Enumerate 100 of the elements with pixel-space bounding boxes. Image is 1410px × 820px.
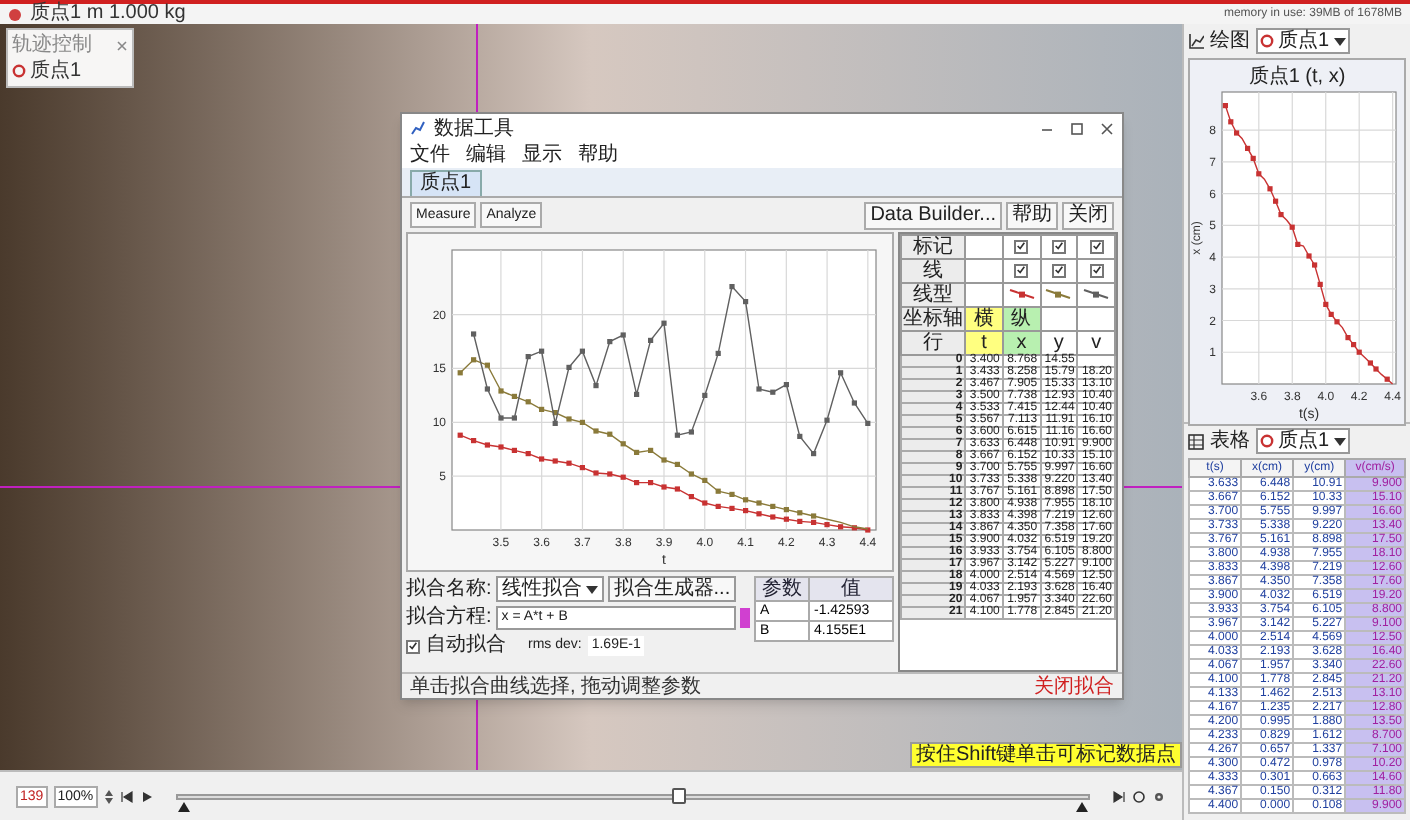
app-icon xyxy=(8,7,22,21)
data-point xyxy=(688,429,694,435)
checkbox[interactable] xyxy=(1051,263,1066,277)
track-icon xyxy=(12,64,26,78)
data-point xyxy=(620,441,626,447)
data-point xyxy=(593,383,599,389)
data-point xyxy=(715,350,721,356)
track-dropdown[interactable]: 质点1 xyxy=(1256,428,1350,454)
maximize-icon[interactable] xyxy=(1070,121,1084,135)
data-point xyxy=(770,514,776,520)
data-point xyxy=(743,508,749,514)
menu-item[interactable]: 帮助 xyxy=(578,144,618,166)
fit-builder-button[interactable]: 拟合生成器... xyxy=(607,576,737,602)
data-point xyxy=(702,500,708,506)
data-point xyxy=(783,382,789,388)
data-point xyxy=(783,516,789,522)
data-point xyxy=(865,420,871,426)
menu-item[interactable]: 编辑 xyxy=(466,144,506,166)
data-point xyxy=(484,362,490,368)
data-point xyxy=(1323,301,1329,307)
data-point xyxy=(552,420,558,426)
data-point xyxy=(1245,145,1251,151)
toolbar-button[interactable]: Data Builder... xyxy=(864,201,1002,229)
column-header: 参数 xyxy=(755,577,809,601)
data-point xyxy=(702,392,708,398)
data-point xyxy=(1278,212,1284,218)
data-point xyxy=(838,524,844,530)
data-point xyxy=(566,460,572,466)
close-icon[interactable] xyxy=(1100,121,1114,135)
track-icon xyxy=(1260,34,1274,48)
line-style-icon[interactable] xyxy=(1007,288,1036,301)
panel-label: 表格 xyxy=(1210,430,1250,452)
checkbox-label: 自动拟合 xyxy=(426,634,506,658)
loop-icon[interactable] xyxy=(1132,789,1146,803)
data-point xyxy=(783,507,789,513)
toolbar-button[interactable]: 帮助 xyxy=(1006,201,1058,229)
toolbar-button[interactable]: 关闭 xyxy=(1062,201,1114,229)
data-point xyxy=(851,400,857,406)
data-point xyxy=(824,522,830,528)
checkbox[interactable] xyxy=(1014,239,1029,253)
data-point xyxy=(525,451,531,457)
checkbox[interactable] xyxy=(1014,263,1029,277)
panel-label: 绘图 xyxy=(1210,30,1250,52)
data-point xyxy=(715,503,721,509)
data-point xyxy=(471,438,477,444)
panel-title: 轨迹控制 xyxy=(12,34,92,56)
data-point xyxy=(566,364,572,370)
data-point xyxy=(607,339,613,345)
row-header: 坐标轴 xyxy=(901,307,966,331)
track-dropdown[interactable]: 质点1 xyxy=(1256,28,1350,54)
step-icon[interactable] xyxy=(1112,789,1126,803)
spinner-icon[interactable] xyxy=(103,787,114,805)
data-point xyxy=(511,447,517,453)
data-point xyxy=(838,370,844,376)
data-point xyxy=(620,474,626,480)
data-point xyxy=(471,331,477,337)
checkbox[interactable] xyxy=(406,639,420,653)
play-icon[interactable] xyxy=(139,789,154,803)
menu-item[interactable]: 显示 xyxy=(522,144,562,166)
fit-color-swatch[interactable] xyxy=(740,608,750,628)
tab[interactable]: 质点1 xyxy=(410,170,482,196)
checkbox[interactable] xyxy=(1089,239,1104,253)
data-point xyxy=(797,433,803,439)
data-point xyxy=(484,386,490,392)
caret-icon xyxy=(1333,437,1346,445)
window-title: 质点1 m 1.000 kg xyxy=(30,4,186,24)
line-style-icon[interactable] xyxy=(1044,288,1073,301)
data-point xyxy=(770,503,776,509)
data-point xyxy=(566,416,572,422)
menu-item[interactable]: 文件 xyxy=(410,144,450,166)
track-item[interactable]: 质点1 xyxy=(30,60,82,82)
data-point xyxy=(607,471,613,477)
line-style-icon[interactable] xyxy=(1082,288,1111,301)
checkbox[interactable] xyxy=(1089,263,1104,277)
data-point xyxy=(457,370,463,376)
chart-icon xyxy=(410,120,426,136)
data-point xyxy=(865,527,871,533)
data-point xyxy=(756,386,762,392)
slider-thumb[interactable] xyxy=(672,787,687,803)
hint-label: 按住Shift键单击可标记数据点 xyxy=(909,742,1182,768)
data-point xyxy=(729,505,735,511)
data-point xyxy=(1384,376,1390,382)
data-point xyxy=(552,458,558,464)
data-point xyxy=(539,456,545,462)
close-fit-link[interactable]: 关闭拟合 xyxy=(1034,675,1114,697)
settings-icon[interactable] xyxy=(1152,789,1166,803)
data-point xyxy=(484,442,490,448)
dialog-title: 数据工具 xyxy=(434,117,514,139)
data-point xyxy=(1250,155,1256,161)
row-header: 线 xyxy=(901,259,966,283)
status-text: 单击拟合曲线选择, 拖动调整参数 xyxy=(410,675,702,697)
data-point xyxy=(498,444,504,450)
track-icon xyxy=(1260,434,1274,448)
data-point xyxy=(648,337,654,343)
close-icon[interactable] xyxy=(116,39,128,51)
step-back-icon[interactable] xyxy=(119,789,134,803)
row-header: 标记 xyxy=(901,235,966,259)
data-point xyxy=(1267,186,1273,192)
fit-name-dropdown[interactable]: 线性拟合 xyxy=(495,576,604,602)
checkbox[interactable] xyxy=(1051,239,1066,253)
